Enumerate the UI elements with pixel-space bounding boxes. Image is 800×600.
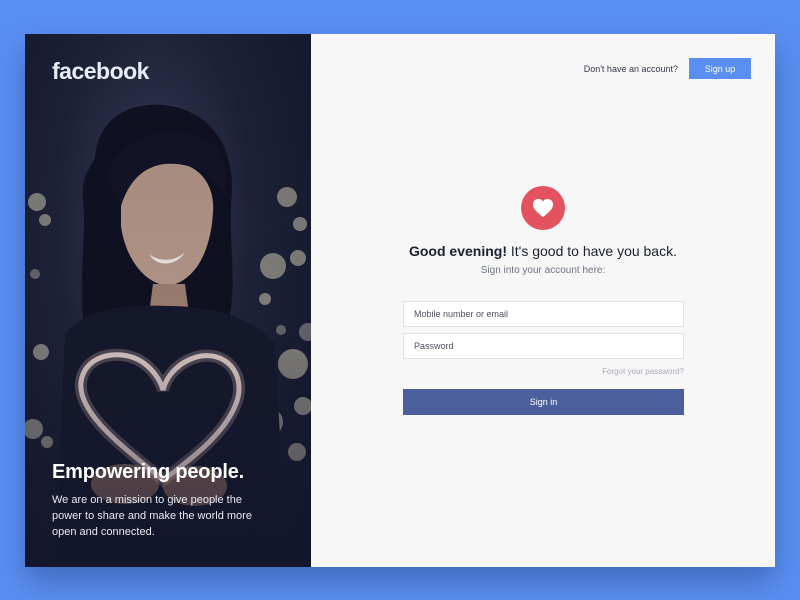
hero-panel: facebook Empowering people. We are on a …	[25, 34, 311, 567]
sign-in-button[interactable]: Sign in	[403, 389, 684, 415]
hero-title: Empowering people.	[52, 461, 244, 483]
password-input[interactable]	[403, 333, 684, 359]
no-account-text: Don't have an account?	[583, 64, 678, 74]
email-input[interactable]	[403, 301, 684, 327]
forgot-password-link[interactable]: Forgot your password?	[602, 367, 684, 376]
hero-overlay	[25, 34, 311, 567]
greeting-heading: Good evening! It's good to have you back…	[311, 243, 775, 259]
greeting-rest: It's good to have you back.	[506, 243, 677, 259]
sign-in-subtitle: Sign into your account here:	[480, 265, 606, 276]
facebook-logo[interactable]: facebook	[52, 58, 149, 85]
sign-up-button[interactable]: Sign up	[689, 58, 751, 79]
login-window: facebook Empowering people. We are on a …	[25, 34, 775, 567]
greeting-bold: Good evening!	[408, 243, 507, 259]
heart-icon	[521, 186, 565, 230]
hero-description: We are on a mission to give people the p…	[52, 494, 252, 538]
